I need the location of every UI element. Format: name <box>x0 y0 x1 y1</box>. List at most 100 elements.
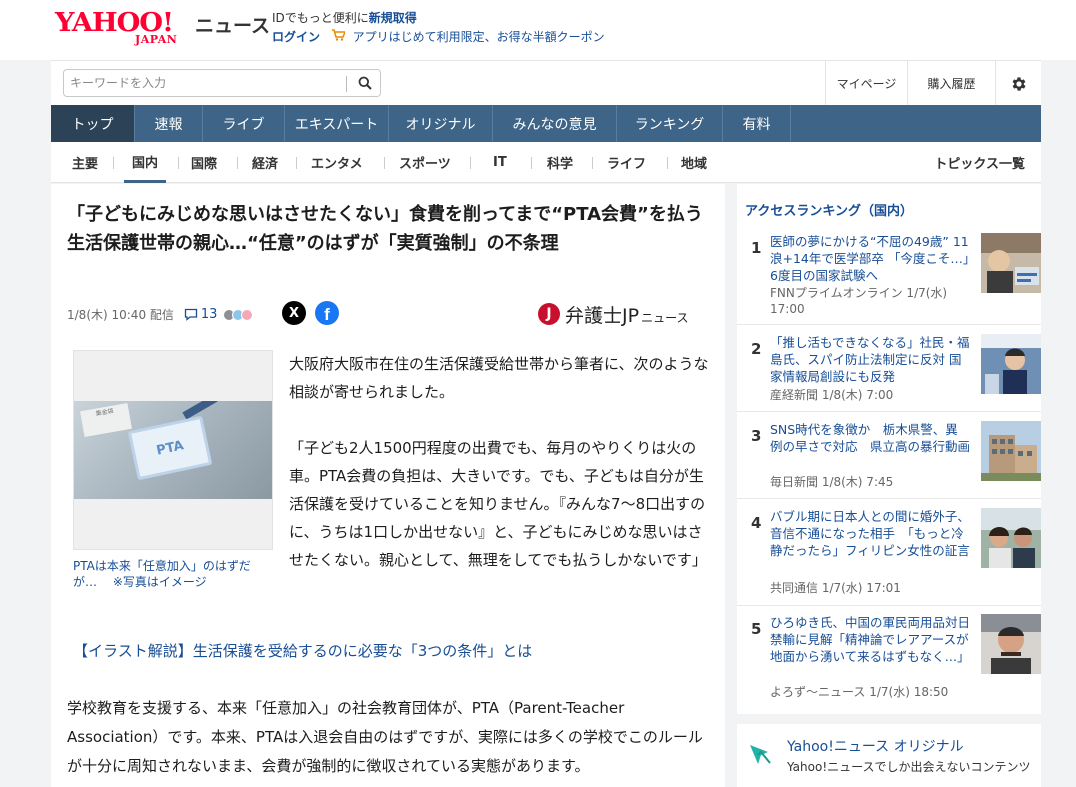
original-description: Yahoo!ニュースでしか出会えないコンテンツ <box>787 760 1031 774</box>
source-logo-mark: J <box>538 303 560 325</box>
search-toolbar: マイページ 購入履歴 <box>51 60 1041 106</box>
category-economy[interactable]: 経済 <box>252 142 278 183</box>
rank-thumbnail <box>981 614 1041 674</box>
gear-icon <box>1012 76 1026 91</box>
article-meta: 1/8(木) 10:40 配信 13 <box>67 306 254 323</box>
publish-date: 1/8(木) 10:40 配信 <box>67 308 174 322</box>
rank-thumbnail <box>981 334 1041 394</box>
category-it[interactable]: IT <box>493 142 507 183</box>
ranking-sidebar: アクセスランキング（国内） 1 医師の夢にかける“不屈の49歳” 11浪+14年… <box>737 184 1041 714</box>
main-nav: トップ 速報 ライブ エキスパート オリジナル みんなの意見 ランキング 有料 <box>51 105 1041 142</box>
ranking-divider <box>737 411 1041 412</box>
rank-thumbnail <box>981 233 1041 293</box>
star-icon <box>747 742 773 768</box>
category-divider <box>470 157 471 169</box>
ranking-item[interactable]: 5 ひろゆき氏、中国の軍民両用品対日禁輸に見解「精神論でレアアースが地面から湧い… <box>737 614 1041 704</box>
nav-ranking[interactable]: ランキング <box>617 105 723 142</box>
share-x-button[interactable]: X <box>282 301 306 325</box>
ranking-item[interactable]: 4 バブル期に日本人との間に婚外子、音信不通になった相手 「もっと冷静だったら」… <box>737 508 1041 598</box>
rank-number: 2 <box>751 340 762 358</box>
nav-breaking[interactable]: 速報 <box>135 105 203 142</box>
search-input[interactable] <box>70 73 340 93</box>
nav-live[interactable]: ライブ <box>203 105 285 142</box>
rank-title: 医師の夢にかける“不屈の49歳” 11浪+14年で医学部卒 「今度こそ…」6度目… <box>770 234 970 283</box>
photo-paper: 集金袋 <box>80 403 132 437</box>
signup-link[interactable]: 新規取得 <box>369 11 417 25</box>
login-link[interactable]: ログイン <box>272 30 320 44</box>
coupon-promo-link[interactable]: アプリはじめて利用限定、お得な半額クーポン <box>353 30 605 44</box>
ranking-divider <box>737 498 1041 499</box>
topics-list-link[interactable]: トピックス一覧 <box>934 142 1025 183</box>
rank-source: 毎日新聞 1/8(木) 7:45 <box>770 475 894 489</box>
article-photo[interactable]: 集金袋 PTA <box>73 350 273 550</box>
comments-link[interactable]: 13 <box>184 307 254 322</box>
ranking-item[interactable]: 1 医師の夢にかける“不屈の49歳” 11浪+14年で医学部卒 「今度こそ…」6… <box>737 233 1041 323</box>
category-divider <box>592 157 593 169</box>
related-link[interactable]: 【イラスト解説】生活保護を受給するのに必要な「3つの条件」とは <box>73 640 532 661</box>
login-row: ログイン アプリはじめて利用限定、お得な半額クーポン <box>272 28 605 45</box>
source-name: 弁護士JP <box>565 304 640 327</box>
rank-thumbnail <box>981 421 1041 481</box>
nav-paid[interactable]: 有料 <box>723 105 791 142</box>
nav-original[interactable]: オリジナル <box>389 105 493 142</box>
news-logo[interactable]: ニュース <box>195 11 270 38</box>
nav-opinion[interactable]: みんなの意見 <box>493 105 617 142</box>
comment-icon <box>184 308 198 321</box>
rank-source: 共同通信 1/7(水) 17:01 <box>770 581 901 595</box>
ranking-divider <box>737 324 1041 325</box>
reaction-icon <box>241 308 254 321</box>
category-divider <box>178 157 179 169</box>
cart-icon <box>331 29 349 44</box>
category-divider <box>531 157 532 169</box>
ranking-heading[interactable]: アクセスランキング（国内） <box>745 200 913 219</box>
category-sports[interactable]: スポーツ <box>399 142 451 183</box>
mypage-link[interactable]: マイページ <box>825 61 907 106</box>
nav-top[interactable]: トップ <box>51 105 135 142</box>
search-icon <box>358 76 372 90</box>
rank-number: 1 <box>751 239 762 257</box>
ranking-divider <box>737 605 1041 606</box>
rank-thumbnail <box>981 508 1041 568</box>
article-quote: 「子ども2人1500円程度の出費でも、毎月のやりくりは火の車。PTA会費の負担は… <box>289 439 707 569</box>
article: 「子どもにみじめな思いはさせたくない」食費を削ってまで“PTA会費”を払う生活保… <box>51 184 725 787</box>
search-box <box>63 69 381 97</box>
category-international[interactable]: 国際 <box>191 142 217 183</box>
rank-number: 3 <box>751 427 762 445</box>
category-divider <box>296 157 297 169</box>
purchase-history-link[interactable]: 購入履歴 <box>907 61 995 106</box>
settings-button[interactable] <box>995 61 1041 106</box>
rank-title: SNS時代を象徴か 栃木県警、異例の早さで対応 県立高の暴行動画 <box>770 422 971 454</box>
rank-source: 産経新聞 1/8(木) 7:00 <box>770 388 894 402</box>
category-local[interactable]: 地域 <box>681 142 707 183</box>
yahoo-original-banner[interactable]: Yahoo!ニュース オリジナル Yahoo!ニュースでしか出会えないコンテンツ <box>737 724 1041 787</box>
search-button[interactable] <box>352 72 378 94</box>
rank-source: FNNプライムオンライン 1/7(水) 17:00 <box>770 286 948 316</box>
source-sub: ニュース <box>641 310 689 325</box>
original-title: Yahoo!ニュース オリジナル <box>787 739 964 755</box>
category-entertainment[interactable]: エンタメ <box>311 142 363 183</box>
rank-source: よろず～ニュース 1/7(水) 18:50 <box>770 685 949 699</box>
caption-note: ※写真はイメージ <box>112 575 207 589</box>
signup-prefix: IDでもっと便利に <box>272 11 369 25</box>
article-paragraph: 大阪府大阪市在住の生活保護受給世帯から筆者に、次のような相談が寄せられました。 <box>289 355 709 401</box>
yahoo-logo[interactable]: YAHOO! JAPAN <box>55 8 195 46</box>
category-domestic[interactable]: 国内 <box>124 142 167 183</box>
category-divider <box>384 157 385 169</box>
pta-photo: 集金袋 PTA <box>74 401 272 499</box>
rank-number: 5 <box>751 620 762 638</box>
nav-expert[interactable]: エキスパート <box>285 105 389 142</box>
rank-title: 「推し活もできなくなる」社民・福島氏、スパイ防止法制定に反対 国家情報局創設にも… <box>770 335 970 384</box>
share-facebook-button[interactable]: f <box>315 301 339 325</box>
category-life[interactable]: ライフ <box>607 142 646 183</box>
source-logo[interactable]: J 弁護士JP ニュース <box>538 301 688 327</box>
photo-caption[interactable]: PTAは本来「任意加入」のはずだが… ※写真はイメージ <box>73 558 273 590</box>
site-header: YAHOO! JAPAN ニュース IDでもっと便利に新規取得 ログイン アプリ… <box>0 0 1076 60</box>
category-main[interactable]: 主要 <box>72 142 98 183</box>
rank-number: 4 <box>751 514 762 532</box>
article-paragraph: 学校教育を支援する、本来「任意加入」の社会教育団体が、PTA（Parent-Te… <box>67 699 703 775</box>
rank-title: バブル期に日本人との間に婚外子、音信不通になった相手 「もっと冷静だったら」フィ… <box>770 509 970 558</box>
comment-count: 13 <box>200 307 218 322</box>
category-science[interactable]: 科学 <box>547 142 573 183</box>
signup-prompt: IDでもっと便利に新規取得 <box>272 9 417 26</box>
rank-title: ひろゆき氏、中国の軍民両用品対日禁輸に見解「精神論でレアアースが地面から湧いて来… <box>770 615 971 664</box>
